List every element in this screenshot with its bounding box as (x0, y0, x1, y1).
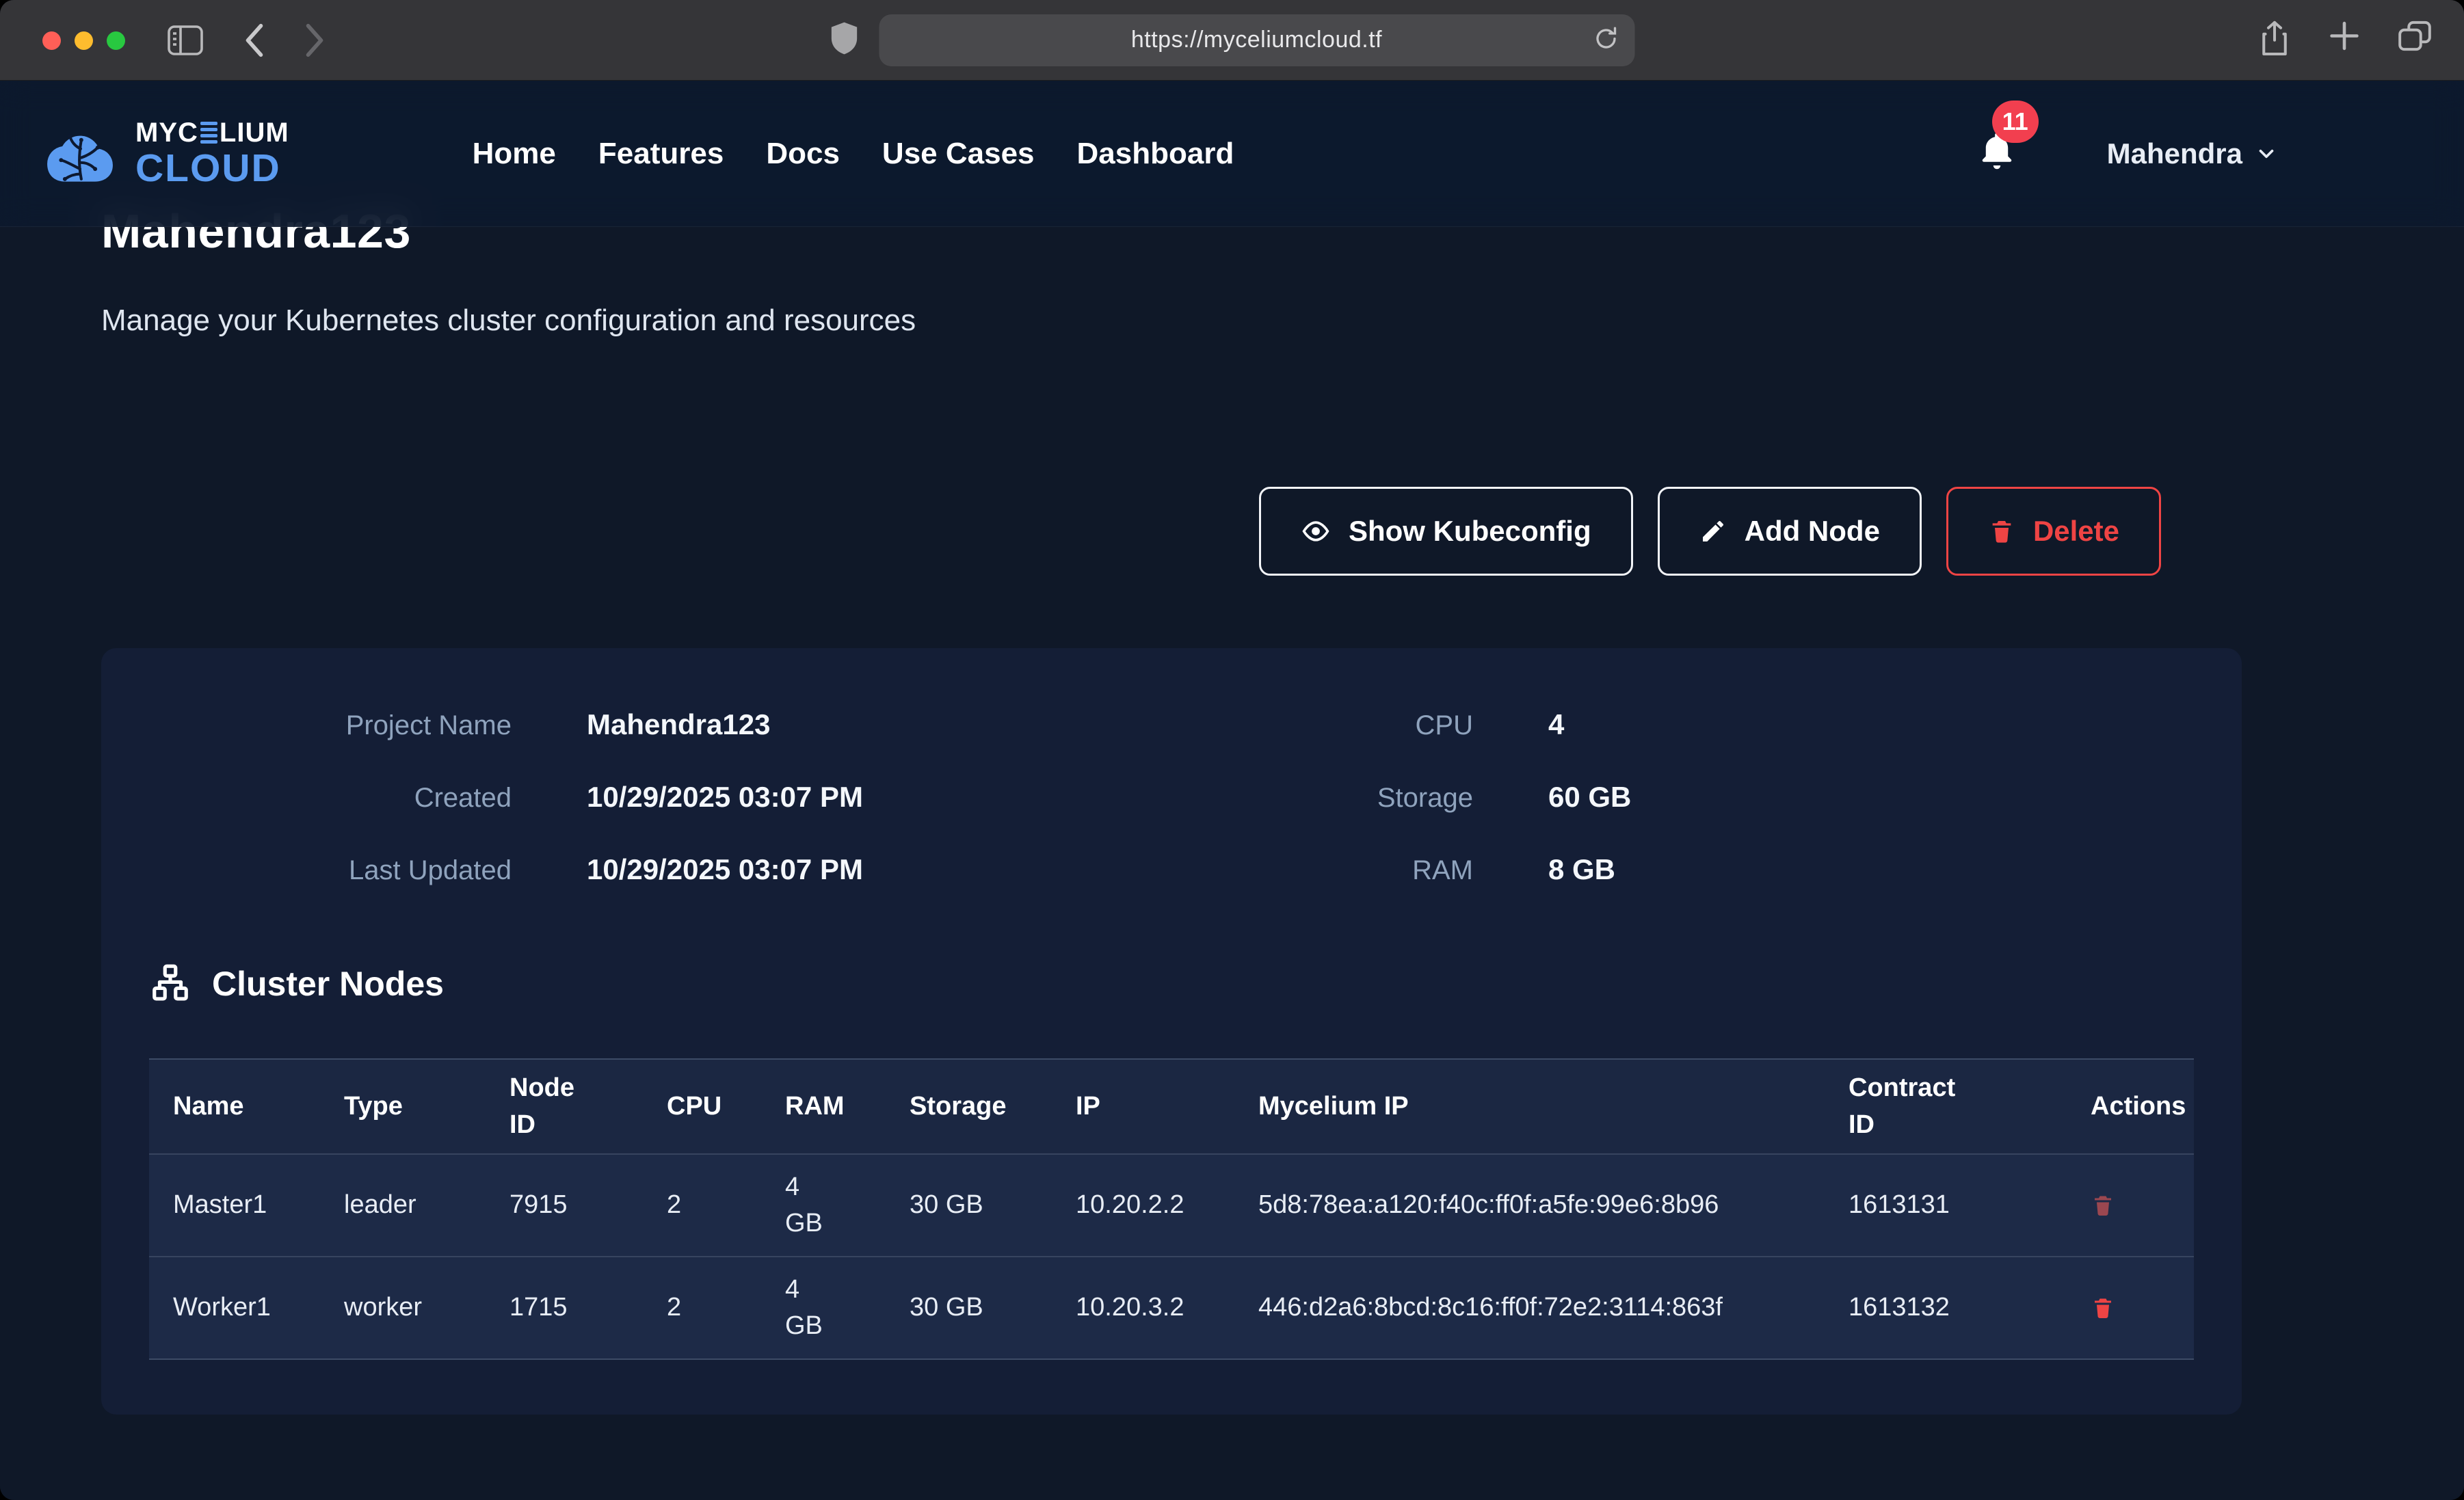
page-body: MYCLIUM CLOUD Home Features Docs Use Cas… (0, 81, 2464, 1500)
cell-actions (2062, 1193, 2192, 1218)
detail-project-name: Project Name Mahendra123 (149, 708, 863, 741)
header-ram: RAM (785, 1088, 910, 1125)
header-ip: IP (1076, 1088, 1258, 1125)
browser-toolbar: https://myceliumcloud.tf (0, 0, 2464, 81)
add-node-button[interactable]: Add Node (1658, 487, 1922, 576)
cell-ram: 4 GB (785, 1272, 910, 1344)
nav-link-use-cases[interactable]: Use Cases (882, 137, 1035, 171)
cell-ram: 4 GB (785, 1169, 910, 1242)
privacy-shield-icon[interactable] (830, 21, 858, 59)
header-cpu: CPU (667, 1088, 785, 1125)
address-bar[interactable]: https://myceliumcloud.tf (879, 14, 1634, 66)
header-node-id: Node ID (509, 1070, 667, 1142)
brand-logo[interactable]: MYCLIUM CLOUD (40, 119, 289, 188)
close-button[interactable] (42, 31, 61, 50)
brand-e-glyph (200, 122, 217, 144)
top-navbar: MYCLIUM CLOUD Home Features Docs Use Cas… (0, 81, 2464, 227)
reload-icon[interactable] (1592, 25, 1619, 55)
notification-badge: 11 (1992, 101, 2039, 143)
trash-icon (2091, 1296, 2115, 1320)
url-text: https://myceliumcloud.tf (1131, 27, 1382, 53)
cell-actions (2062, 1296, 2192, 1320)
browser-window: https://myceliumcloud.tf (0, 0, 2464, 1500)
cell-ip: 10.20.2.2 (1076, 1187, 1258, 1223)
cell-mycelium-ip: 5d8:78ea:a120:f40c:ff0f:a5fe:99e6:8b96 (1258, 1187, 1849, 1223)
cell-name: Master1 (173, 1187, 344, 1223)
forward-button[interactable] (301, 23, 328, 58)
cluster-nodes-table: Name Type Node ID CPU RAM Storage IP Myc… (149, 1058, 2194, 1360)
user-name: Mahendra (2107, 137, 2242, 170)
cell-mycelium-ip: 446:d2a6:8bcd:8c16:ff0f:72e2:3114:863f (1258, 1289, 1849, 1326)
zoom-button[interactable] (107, 31, 125, 50)
header-name: Name (173, 1088, 344, 1125)
sidebar-toggle-icon[interactable] (168, 25, 203, 55)
cell-contract-id: 1613131 (1849, 1187, 2062, 1223)
delete-cluster-button[interactable]: Delete (1946, 487, 2161, 576)
cell-name: Worker1 (173, 1289, 344, 1326)
header-mycelium-ip: Mycelium IP (1258, 1088, 1849, 1125)
detail-last-updated: Last Updated 10/29/2025 03:07 PM (149, 853, 863, 886)
page-subtitle: Manage your Kubernetes cluster configura… (101, 304, 2242, 338)
table-row: Master1 leader 7915 2 4 GB 30 GB 10.20.2… (149, 1153, 2194, 1256)
detail-ram: RAM 8 GB (1165, 853, 1631, 886)
eye-icon (1301, 516, 1331, 546)
new-tab-icon[interactable] (2329, 20, 2360, 60)
notifications-button[interactable]: 11 (1977, 131, 2017, 176)
cluster-actions: Show Kubeconfig Add Node Delete (101, 487, 2242, 576)
brand-line1: MYCLIUM (135, 119, 289, 146)
cell-type: worker (344, 1289, 509, 1326)
header-actions: Actions (2062, 1088, 2192, 1125)
cell-contract-id: 1613132 (1849, 1289, 2062, 1326)
table-row: Worker1 worker 1715 2 4 GB 30 GB 10.20.3… (149, 1256, 2194, 1358)
cell-node-id: 7915 (509, 1187, 667, 1223)
cell-storage: 30 GB (910, 1289, 1076, 1326)
cell-cpu: 2 (667, 1289, 785, 1326)
nav-link-dashboard[interactable]: Dashboard (1077, 137, 1234, 171)
traffic-lights (42, 31, 125, 50)
cluster-nodes-heading: Cluster Nodes (149, 963, 2194, 1005)
nav-link-features[interactable]: Features (598, 137, 724, 171)
header-type: Type (344, 1088, 509, 1125)
nav-links: Home Features Docs Use Cases Dashboard (473, 137, 1234, 171)
table-header-row: Name Type Node ID CPU RAM Storage IP Myc… (149, 1060, 2194, 1153)
mycelium-cloud-icon (40, 121, 120, 187)
trash-icon (2091, 1193, 2115, 1218)
detail-cpu: CPU 4 (1165, 708, 1631, 741)
detail-storage: Storage 60 GB (1165, 781, 1631, 814)
pencil-icon (1699, 518, 1727, 545)
nav-link-home[interactable]: Home (473, 137, 556, 171)
cell-type: leader (344, 1187, 509, 1223)
header-contract-id: Contract ID (1849, 1070, 2062, 1142)
cell-node-id: 1715 (509, 1289, 667, 1326)
user-menu[interactable]: Mahendra (2107, 137, 2278, 170)
delete-node-button[interactable] (2091, 1193, 2115, 1218)
share-icon[interactable] (2259, 20, 2290, 60)
tab-overview-icon[interactable] (2398, 20, 2431, 60)
back-button[interactable] (241, 23, 268, 58)
detail-created: Created 10/29/2025 03:07 PM (149, 781, 863, 814)
show-kubeconfig-button[interactable]: Show Kubeconfig (1259, 487, 1633, 576)
cell-ip: 10.20.3.2 (1076, 1289, 1258, 1326)
delete-node-button[interactable] (2091, 1296, 2115, 1320)
minimize-button[interactable] (75, 31, 93, 50)
chevron-down-icon (2255, 142, 2278, 165)
cell-cpu: 2 (667, 1187, 785, 1223)
trash-icon (1988, 518, 2015, 545)
cluster-details-card: Project Name Mahendra123 Created 10/29/2… (101, 648, 2242, 1415)
header-storage: Storage (910, 1088, 1076, 1125)
network-nodes-icon (149, 963, 191, 1005)
brand-line2: CLOUD (135, 149, 289, 188)
nav-link-docs[interactable]: Docs (766, 137, 840, 171)
cell-storage: 30 GB (910, 1187, 1076, 1223)
